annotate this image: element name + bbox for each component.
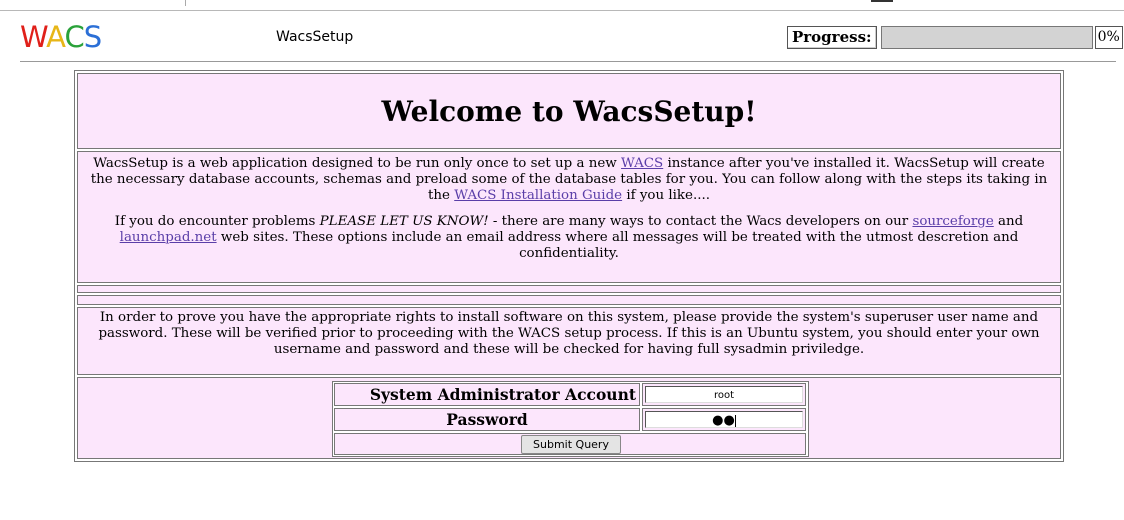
login-form-cell: System Administrator Account Name root P… xyxy=(77,377,1061,459)
welcome-heading: Welcome to WacsSetup! xyxy=(381,95,757,128)
username-cell: root xyxy=(642,383,806,406)
password-cell: ●● xyxy=(642,408,806,431)
intro-text: - there are many ways to contact the Wac… xyxy=(488,214,913,229)
header-divider xyxy=(20,61,1116,62)
sourceforge-link[interactable]: sourceforge xyxy=(912,214,993,229)
empty-row xyxy=(77,285,1061,293)
empty-row xyxy=(77,295,1061,305)
wacs-link[interactable]: WACS xyxy=(621,156,663,171)
intro-text: and xyxy=(993,214,1024,229)
rights-cell: In order to prove you have the appropria… xyxy=(77,307,1061,375)
launchpad-link[interactable]: launchpad.net xyxy=(120,230,217,245)
app-title: WacsSetup xyxy=(276,29,354,45)
password-label: Password xyxy=(334,408,640,431)
intro-cell: WacsSetup is a web application designed … xyxy=(77,151,1061,283)
logo-letter-s: S xyxy=(83,20,102,54)
password-mask: ●● xyxy=(712,413,735,428)
logo-letter-c: C xyxy=(64,20,84,54)
submit-query-button[interactable]: Submit Query xyxy=(521,435,621,454)
installation-guide-link[interactable]: WACS Installation Guide xyxy=(454,188,622,203)
wacs-logo: WACS xyxy=(20,20,102,54)
top-strip-bar xyxy=(871,0,893,2)
emphasis-text: PLEASE LET US KNOW! xyxy=(319,214,489,229)
top-strip-notch xyxy=(185,0,186,6)
intro-text: if you like.... xyxy=(622,188,710,203)
intro-text: If you do encounter problems xyxy=(114,214,320,229)
intro-text: web sites. These options include an emai… xyxy=(216,230,1019,261)
progress-percent: 0% xyxy=(1094,26,1123,49)
intro-paragraph-1: WacsSetup is a web application designed … xyxy=(86,156,1052,204)
login-form: System Administrator Account Name root P… xyxy=(332,381,809,457)
intro-paragraph-2: If you do encounter problems PLEASE LET … xyxy=(86,214,1052,262)
progress-track xyxy=(880,26,1093,49)
setup-table: Welcome to WacsSetup! WacsSetup is a web… xyxy=(74,70,1064,462)
browser-top-strip xyxy=(0,0,1124,11)
logo-letter-w: W xyxy=(20,20,47,54)
username-label: System Administrator Account Name xyxy=(334,383,640,425)
welcome-cell: Welcome to WacsSetup! xyxy=(77,73,1061,149)
username-input[interactable]: root xyxy=(645,386,803,403)
submit-cell: Submit Query xyxy=(334,433,806,455)
intro-text: WacsSetup is a web application designed … xyxy=(93,156,622,171)
text-caret xyxy=(734,414,736,427)
rights-text: In order to prove you have the appropria… xyxy=(98,310,1040,357)
password-input[interactable]: ●● xyxy=(645,411,803,428)
logo-letter-a: A xyxy=(46,20,65,54)
progress-indicator: Progress: 0% xyxy=(787,26,1123,49)
progress-label: Progress: xyxy=(787,26,877,49)
